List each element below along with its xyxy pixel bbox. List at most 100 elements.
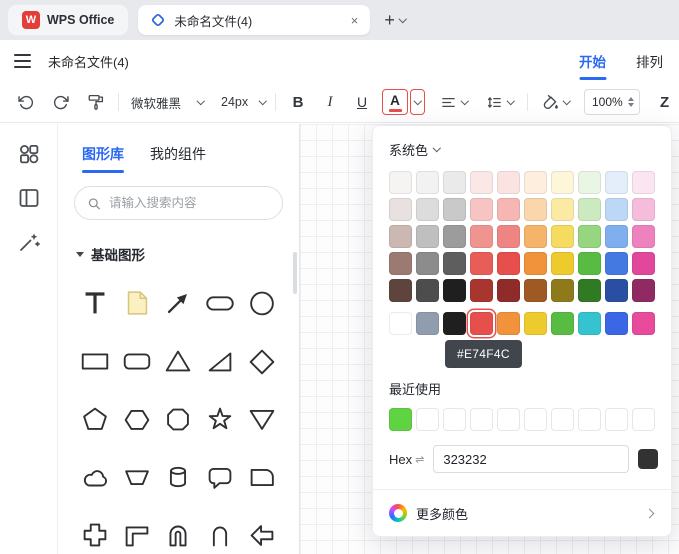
search-input[interactable]: [109, 196, 270, 210]
shape-arrow[interactable]: [161, 286, 195, 320]
color-swatch[interactable]: [497, 312, 520, 335]
undo-button[interactable]: [12, 88, 40, 116]
color-swatch[interactable]: [551, 408, 574, 431]
shape-cross[interactable]: [78, 518, 112, 552]
color-swatch[interactable]: [551, 225, 574, 248]
zoom-control[interactable]: 100%: [584, 89, 640, 115]
font-color-button[interactable]: A: [382, 89, 408, 115]
shape-arrow-left[interactable]: [245, 518, 279, 552]
z-order-button[interactable]: Z: [660, 88, 669, 116]
fill-color-dropdown[interactable]: [536, 88, 574, 116]
color-swatch[interactable]: [389, 225, 412, 248]
shape-pentagon[interactable]: [78, 402, 112, 436]
color-swatch[interactable]: [416, 312, 439, 335]
hex-input[interactable]: [433, 445, 630, 473]
color-swatch[interactable]: [632, 171, 655, 194]
color-swatch[interactable]: [605, 279, 628, 302]
color-swatch[interactable]: [470, 198, 493, 221]
color-swatch[interactable]: [416, 225, 439, 248]
color-swatch[interactable]: [389, 312, 412, 335]
color-swatch[interactable]: [605, 171, 628, 194]
color-swatch[interactable]: [416, 408, 439, 431]
shape-inverted-triangle[interactable]: [245, 402, 279, 436]
color-swatch[interactable]: [632, 408, 655, 431]
magic-wand-icon[interactable]: [17, 230, 41, 254]
color-swatch[interactable]: [497, 408, 520, 431]
menu-tab-start[interactable]: 开始: [577, 47, 608, 75]
shape-text[interactable]: [78, 286, 112, 320]
color-swatch[interactable]: [443, 171, 466, 194]
document-tab[interactable]: 未命名文件(4) ×: [138, 5, 371, 35]
color-swatch[interactable]: [605, 252, 628, 275]
stepper-up-icon[interactable]: [628, 97, 634, 101]
color-swatch[interactable]: [632, 225, 655, 248]
shape-card[interactable]: [245, 460, 279, 494]
color-swatch[interactable]: [605, 312, 628, 335]
color-swatch[interactable]: [578, 279, 601, 302]
shape-pill[interactable]: [203, 286, 237, 320]
zoom-stepper[interactable]: [628, 97, 634, 107]
color-swatch[interactable]: [389, 198, 412, 221]
shape-cloud[interactable]: [78, 460, 112, 494]
tab-my-components[interactable]: 我的组件: [150, 144, 206, 164]
color-swatch[interactable]: [605, 225, 628, 248]
color-swatch[interactable]: [578, 252, 601, 275]
section-basic-shapes[interactable]: 基础图形: [74, 244, 283, 264]
color-swatch[interactable]: [443, 252, 466, 275]
color-swatch[interactable]: [470, 225, 493, 248]
color-swatch[interactable]: [497, 252, 520, 275]
color-swatch[interactable]: [416, 279, 439, 302]
menu-tab-arrange[interactable]: 排列: [634, 47, 665, 75]
shape-corner[interactable]: [120, 518, 154, 552]
shape-circle[interactable]: [245, 286, 279, 320]
color-swatch[interactable]: [578, 198, 601, 221]
color-swatch[interactable]: [497, 198, 520, 221]
color-swatch[interactable]: [551, 312, 574, 335]
shape-library-icon[interactable]: [17, 142, 41, 166]
color-swatch[interactable]: [497, 225, 520, 248]
color-swatch[interactable]: [416, 252, 439, 275]
color-swatch[interactable]: [551, 279, 574, 302]
system-colors-header[interactable]: 系统色: [389, 140, 655, 159]
color-swatch[interactable]: [389, 408, 412, 431]
shape-cylinder[interactable]: [161, 460, 195, 494]
shape-trapezoid[interactable]: [120, 460, 154, 494]
shape-rect[interactable]: [78, 344, 112, 378]
color-swatch[interactable]: [605, 408, 628, 431]
font-color-dropdown-arrow[interactable]: [410, 89, 425, 115]
color-swatch[interactable]: [443, 225, 466, 248]
hex-swap-icon[interactable]: ⇌: [415, 453, 424, 466]
shape-search-box[interactable]: [74, 186, 283, 220]
shape-note[interactable]: [120, 286, 154, 320]
panel-scrollbar[interactable]: [293, 252, 297, 294]
color-swatch[interactable]: [524, 171, 547, 194]
color-swatch[interactable]: [416, 198, 439, 221]
color-swatch[interactable]: [524, 312, 547, 335]
color-swatch[interactable]: [443, 198, 466, 221]
color-swatch[interactable]: [551, 252, 574, 275]
color-swatch[interactable]: [389, 252, 412, 275]
wps-home-tab[interactable]: W WPS Office: [8, 5, 129, 35]
template-layout-icon[interactable]: [17, 186, 41, 210]
color-swatch[interactable]: [470, 408, 493, 431]
shape-right-triangle[interactable]: [203, 344, 237, 378]
bold-button[interactable]: B: [286, 88, 310, 116]
shape-rounded-rect[interactable]: [120, 344, 154, 378]
shape-diamond[interactable]: [245, 344, 279, 378]
color-swatch[interactable]: [497, 171, 520, 194]
color-swatch[interactable]: [470, 171, 493, 194]
color-swatch[interactable]: [524, 225, 547, 248]
color-swatch[interactable]: [632, 198, 655, 221]
color-swatch[interactable]: [443, 279, 466, 302]
font-family-dropdown[interactable]: 微软雅黑: [127, 88, 207, 116]
color-swatch[interactable]: [632, 279, 655, 302]
color-swatch[interactable]: [551, 198, 574, 221]
color-swatch[interactable]: [443, 312, 466, 335]
shape-arch[interactable]: [161, 518, 195, 552]
color-swatch[interactable]: [524, 252, 547, 275]
color-swatch[interactable]: [389, 279, 412, 302]
color-swatch[interactable]: [605, 198, 628, 221]
color-swatch[interactable]: [416, 171, 439, 194]
font-size-dropdown[interactable]: 24px: [217, 88, 269, 116]
close-tab-icon[interactable]: ×: [349, 13, 361, 28]
